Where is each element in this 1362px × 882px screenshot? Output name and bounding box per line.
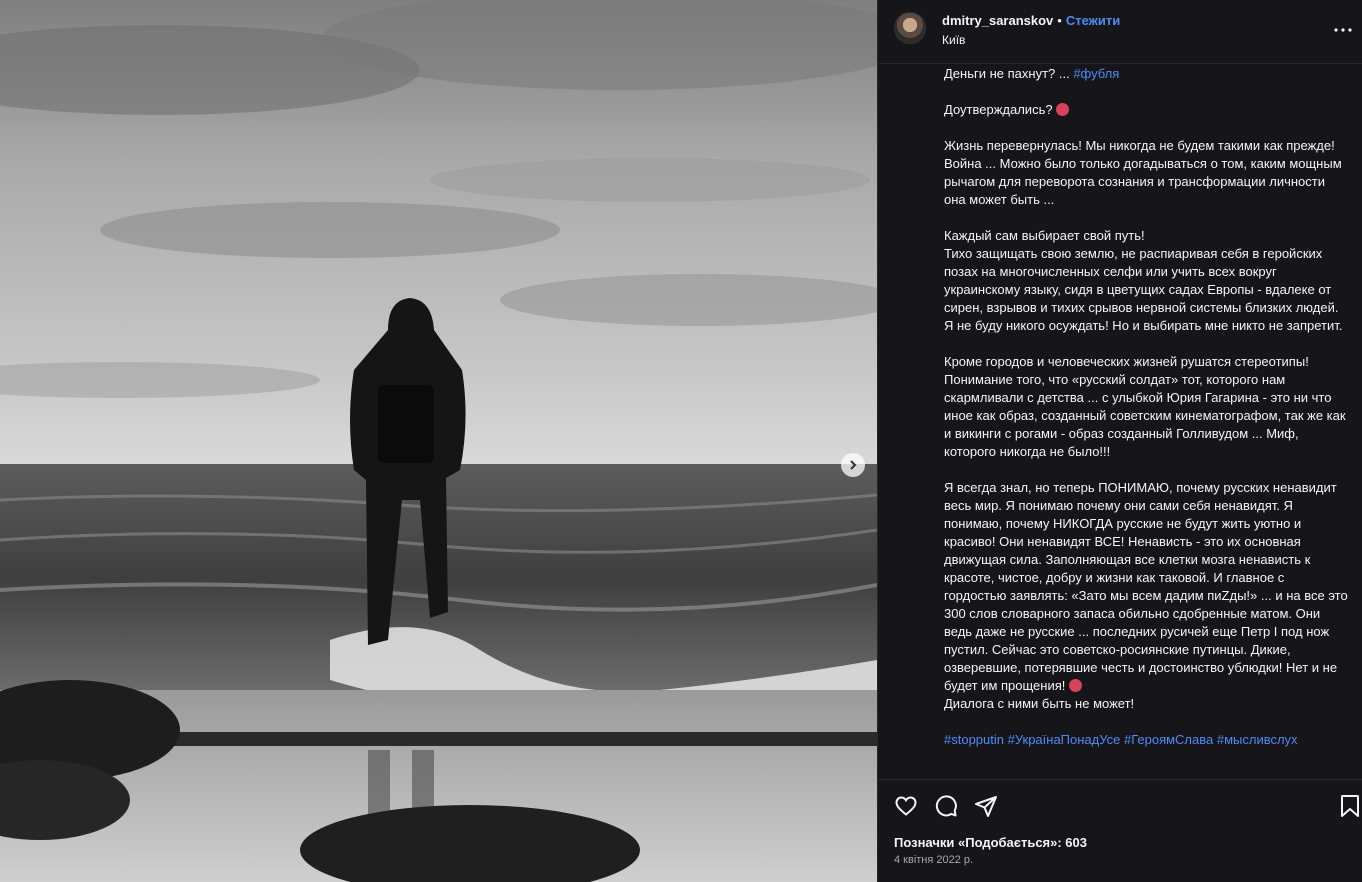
caption-paragraph-3: Кроме городов и человеческих жизней руша… (944, 354, 1346, 459)
caption-hashtags[interactable]: #stopputin #УкраїнаПонадУсе #ГероямСлава… (944, 731, 1348, 749)
author-avatar[interactable] (894, 12, 926, 44)
separator-dot: • (1057, 13, 1062, 28)
caption-line-1: Деньги не пахнут? ... #фубля (944, 66, 1120, 81)
heart-icon (895, 796, 917, 816)
save-button[interactable] (1337, 793, 1362, 819)
caption-paragraph-1: Жизнь перевернулась! Мы никогда не будем… (944, 138, 1342, 207)
post-caption: Деньги не пахнут? ... #фубля Доутверждал… (944, 65, 1348, 749)
post-header: dmitry_saranskov • Стежити Київ (878, 0, 1362, 64)
caption-scroll-area[interactable]: Деньги не пахнут? ... #фубля Доутверждал… (878, 65, 1362, 779)
caption-line-2: Доутверждались? (944, 101, 1348, 119)
post-location[interactable]: Київ (942, 33, 965, 47)
angry-face-emoji-icon (1069, 679, 1082, 692)
send-icon (975, 796, 997, 817)
hashtag-link[interactable]: #фубля (1073, 66, 1119, 81)
author-line: dmitry_saranskov • Стежити (942, 13, 1120, 28)
likes-count[interactable]: Позначки «Подобається»: 603 (894, 835, 1087, 850)
more-options-button[interactable] (1331, 18, 1355, 42)
caption-paragraph-2: Каждый сам выбирает свой путь! Тихо защи… (944, 228, 1343, 333)
next-photo-button[interactable] (841, 453, 865, 477)
instagram-post-viewer: dmitry_saranskov • Стежити Київ Деньги не … (0, 0, 1362, 882)
author-username[interactable]: dmitry_saranskov (942, 13, 1053, 28)
comment-button[interactable] (933, 793, 959, 819)
share-button[interactable] (973, 793, 999, 819)
angry-face-emoji-icon (1056, 103, 1070, 116)
comment-icon (935, 795, 957, 817)
bookmark-icon (1341, 795, 1359, 817)
more-horizontal-icon (1334, 28, 1352, 32)
follow-button[interactable]: Стежити (1066, 13, 1120, 28)
post-date[interactable]: 4 квітня 2022 р. (894, 854, 973, 866)
post-side-panel: dmitry_saranskov • Стежити Київ Деньги не … (877, 0, 1362, 882)
photo-person-at-sea (0, 0, 877, 882)
caption-closing-line: Диалога с ними быть не может! (944, 696, 1135, 711)
post-actions-bar (878, 779, 1362, 831)
like-button[interactable] (893, 793, 919, 819)
caption-paragraph-4: Я всегда знал, но теперь ПОНИМАЮ, почему… (944, 480, 1348, 693)
chevron-right-icon (850, 460, 857, 470)
post-photo[interactable] (0, 0, 877, 882)
